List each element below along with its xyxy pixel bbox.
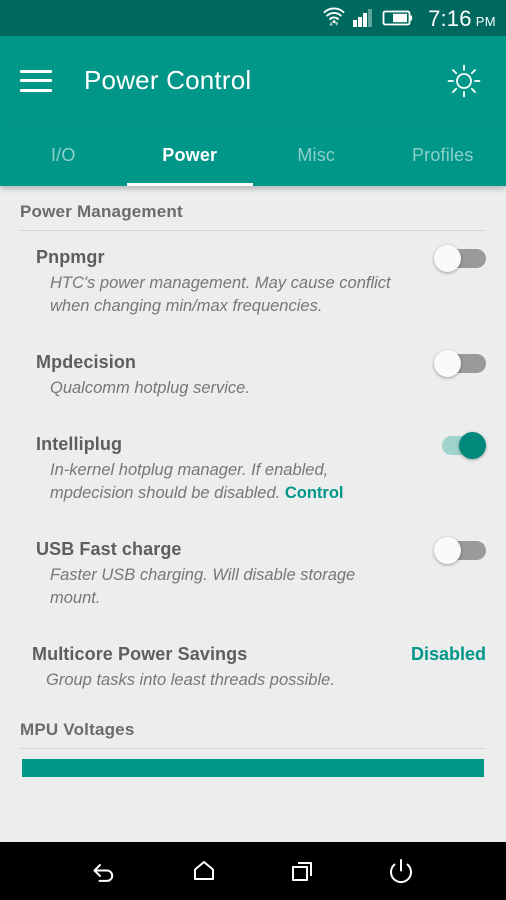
pref-title: Pnpmgr	[36, 247, 105, 267]
toggle-intelliplug[interactable]	[434, 432, 486, 459]
app-bar: Power Control	[0, 36, 506, 125]
toggle-thumb	[434, 350, 461, 377]
pref-pnpmgr[interactable]: Pnpmgr HTC's power management. May cause…	[0, 231, 506, 324]
mpu-voltage-bar[interactable]	[22, 759, 484, 777]
pref-mpdecision[interactable]: Mpdecision Qualcomm hotplug service.	[0, 336, 506, 406]
toggle-mpdecision[interactable]	[434, 350, 486, 377]
toggle-thumb	[434, 537, 461, 564]
pref-row: Multicore Power Savings Disabled	[32, 642, 486, 666]
status-bar: 7:16 PM	[0, 0, 506, 36]
pref-title: Intelliplug	[36, 434, 123, 454]
tab-label: Profiles	[411, 145, 474, 165]
settings-list[interactable]: Power Management Pnpmgr HTC's power mana…	[0, 186, 506, 842]
menu-icon-bar	[20, 88, 52, 92]
tab-bar: I/O Power Misc Profiles	[0, 125, 506, 186]
page-title: Power Control	[84, 65, 252, 95]
divider	[20, 748, 486, 749]
wifi-icon	[322, 5, 346, 32]
battery-icon	[382, 9, 413, 32]
brightness-icon[interactable]	[442, 59, 486, 103]
pref-value: Disabled	[410, 644, 486, 664]
pref-title: USB Fast charge	[36, 539, 182, 559]
pref-title: Multicore Power Savings	[32, 644, 248, 664]
intelliplug-control-link[interactable]: Control	[285, 484, 344, 502]
menu-icon[interactable]	[20, 69, 52, 92]
recents-icon[interactable]	[278, 847, 326, 895]
tab-misc[interactable]: Misc	[253, 125, 380, 186]
back-icon[interactable]	[81, 847, 129, 895]
tab-label: Misc	[297, 145, 336, 165]
pref-title: Mpdecision	[36, 352, 137, 372]
section-header-mpu-voltages: MPU Voltages	[20, 720, 135, 739]
toggle-thumb	[459, 432, 486, 459]
status-clock: 7:16 PM	[428, 6, 496, 32]
menu-icon-bar	[20, 79, 52, 82]
navigation-bar	[0, 842, 506, 900]
signal-icon	[353, 7, 375, 32]
tab-power[interactable]: Power	[126, 125, 254, 186]
tab-io[interactable]: I/O	[0, 125, 127, 186]
tab-profiles[interactable]: Profiles	[380, 125, 506, 186]
clock-ampm: PM	[475, 13, 496, 29]
tab-label: I/O	[50, 145, 76, 165]
pref-summary: In-kernel hotplug manager. If enabled, m…	[36, 459, 408, 505]
section-header-power-management: Power Management	[20, 202, 183, 221]
pref-multicore-power-savings[interactable]: Multicore Power Savings Disabled Group t…	[0, 628, 506, 698]
pref-summary: Group tasks into least threads possible.	[46, 671, 335, 689]
home-icon[interactable]	[180, 847, 228, 895]
pref-summary: Faster USB charging. Will disable storag…	[50, 566, 356, 607]
pref-usb-fast-charge[interactable]: USB Fast charge Faster USB charging. Wil…	[0, 523, 506, 616]
toggle-thumb	[434, 245, 461, 272]
pref-summary: Qualcomm hotplug service.	[50, 379, 250, 397]
status-icons: 7:16 PM	[322, 5, 496, 32]
power-icon[interactable]	[377, 847, 425, 895]
toggle-usb-fast-charge[interactable]	[434, 537, 486, 564]
pref-summary: HTC's power management. May cause confli…	[50, 274, 391, 315]
menu-icon-bar	[20, 69, 52, 73]
toggle-pnpmgr[interactable]	[434, 245, 486, 272]
phone-screen: 7:16 PM Power Control I/O Power Misc Pro…	[0, 0, 506, 900]
tab-label: Power	[162, 145, 218, 165]
clock-time: 7:16	[428, 5, 472, 31]
pref-intelliplug[interactable]: Intelliplug In-kernel hotplug manager. I…	[0, 418, 506, 511]
